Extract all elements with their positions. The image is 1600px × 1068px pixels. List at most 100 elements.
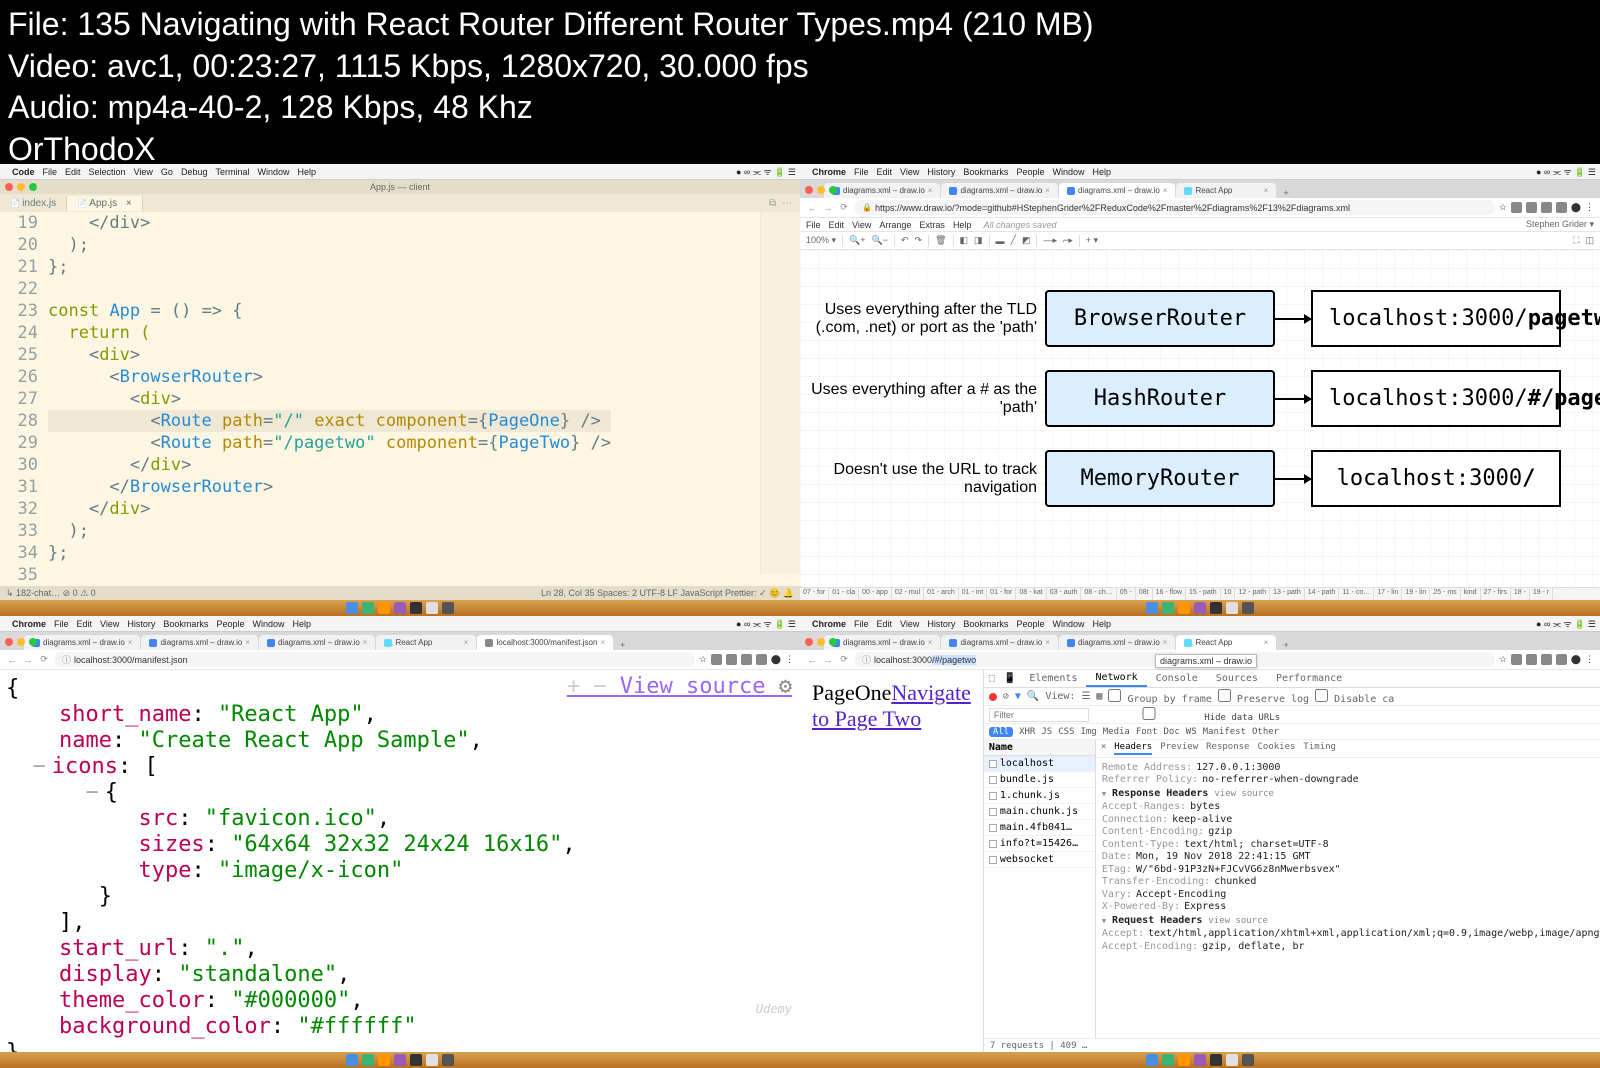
- zoom-out-icon[interactable]: 🔍−: [872, 235, 888, 246]
- minimize-icon[interactable]: [817, 186, 825, 194]
- redo-icon[interactable]: ↷: [915, 235, 923, 246]
- dock-app-icon[interactable]: [410, 602, 422, 614]
- code-editor[interactable]: 192021222324252627282930313233343536 </d…: [0, 212, 800, 584]
- tab-app-js[interactable]: App.js ×: [67, 196, 143, 211]
- search-icon[interactable]: 🔍: [1027, 691, 1039, 702]
- browser-tab-active[interactable]: React App×: [1176, 635, 1276, 650]
- filter-ws[interactable]: WS: [1186, 727, 1197, 737]
- group-by-frame-checkbox[interactable]: Group by frame: [1108, 689, 1211, 705]
- filter-manifest[interactable]: Manifest: [1203, 727, 1246, 737]
- dock-app-icon[interactable]: [1162, 602, 1174, 614]
- dock-app-icon[interactable]: [1210, 1054, 1222, 1066]
- undo-icon[interactable]: ↶: [901, 235, 909, 246]
- view-list-icon[interactable]: ☰: [1081, 691, 1090, 702]
- address-bar[interactable]: ⓘlocalhost:3000/manifest.json: [54, 652, 695, 667]
- dock-app-icon[interactable]: [1226, 602, 1238, 614]
- browser-tab[interactable]: diagrams.xml – draw.io×: [1059, 635, 1175, 650]
- browser-tab[interactable]: diagrams.xml – draw.io×: [141, 635, 257, 650]
- request-name-header[interactable]: Name: [984, 740, 1095, 756]
- extension-icon[interactable]: [1511, 654, 1522, 665]
- close-icon[interactable]: [805, 638, 813, 646]
- router-box-hash[interactable]: HashRouter: [1045, 370, 1275, 427]
- close-icon[interactable]: [5, 638, 13, 646]
- extension-icon[interactable]: [711, 654, 722, 665]
- view-source-link[interactable]: + − View source ⚙: [567, 674, 792, 700]
- menu-people[interactable]: People: [216, 619, 244, 629]
- gear-icon[interactable]: ⚙: [779, 674, 792, 699]
- format-panel-icon[interactable]: ◫: [1585, 235, 1594, 246]
- device-icon[interactable]: 📱: [1000, 673, 1020, 684]
- preserve-log-checkbox[interactable]: Preserve log: [1218, 689, 1309, 705]
- menu-view[interactable]: View: [900, 619, 919, 629]
- record-button[interactable]: [989, 693, 997, 701]
- drawio-menu-arrange[interactable]: Arrange: [879, 220, 911, 230]
- dock-app-icon[interactable]: [442, 1054, 454, 1066]
- extension-icon[interactable]: [1541, 202, 1552, 213]
- request-headers-section[interactable]: Request Headersview source: [1102, 915, 1600, 926]
- profile-icon[interactable]: ⬤: [771, 654, 781, 665]
- filter-media[interactable]: Media: [1103, 727, 1130, 737]
- detail-tab-timing[interactable]: Timing: [1303, 742, 1336, 755]
- inspect-icon[interactable]: ⬚: [984, 673, 1000, 684]
- menu-edit[interactable]: Edit: [77, 619, 93, 629]
- dock-app-icon[interactable]: [1146, 1054, 1158, 1066]
- network-request[interactable]: bundle.js: [984, 772, 1095, 788]
- network-request[interactable]: main.4fb041…: [984, 820, 1095, 836]
- code-body[interactable]: </div> ); }; const App = () => { return …: [48, 212, 611, 584]
- reload-button[interactable]: ⟳: [838, 654, 850, 665]
- dock-app-icon[interactable]: [410, 1054, 422, 1066]
- drawio-canvas[interactable]: Uses everything after the TLD (.com, .ne…: [800, 250, 1600, 587]
- menu-window[interactable]: Window: [252, 619, 284, 629]
- extension-icon[interactable]: [726, 654, 737, 665]
- network-request[interactable]: localhost: [984, 756, 1095, 772]
- reload-button[interactable]: ⟳: [838, 202, 850, 213]
- menu-history[interactable]: History: [127, 619, 155, 629]
- tofront-icon[interactable]: ◧: [960, 235, 969, 246]
- detail-tab-response[interactable]: Response: [1206, 742, 1249, 755]
- back-button[interactable]: ←: [6, 655, 18, 665]
- minimize-icon[interactable]: [17, 183, 25, 191]
- dock-app-icon[interactable]: [362, 602, 374, 614]
- forward-button[interactable]: →: [822, 203, 834, 213]
- dock-app-icon[interactable]: [1242, 1054, 1254, 1066]
- menu-bookmarks[interactable]: Bookmarks: [963, 619, 1008, 629]
- mac-dock[interactable]: [0, 600, 800, 616]
- dock-app-icon[interactable]: [1162, 1054, 1174, 1066]
- filter-img[interactable]: Img: [1080, 727, 1096, 737]
- devtools-tab-performance[interactable]: Performance: [1267, 671, 1351, 686]
- json-viewer[interactable]: + − View source ⚙ { short_name: "React A…: [0, 670, 800, 1052]
- extension-icon[interactable]: [756, 654, 767, 665]
- menu-icon[interactable]: ⋮: [785, 654, 794, 665]
- new-tab-button[interactable]: +: [614, 640, 631, 650]
- example-url-box[interactable]: localhost:3000/: [1311, 450, 1561, 507]
- shadow-icon[interactable]: ◩: [1022, 235, 1031, 246]
- dock-app-icon[interactable]: [346, 1054, 358, 1066]
- extension-icon[interactable]: [741, 654, 752, 665]
- star-icon[interactable]: ☆: [1499, 654, 1507, 665]
- minimap[interactable]: [760, 212, 800, 574]
- filter-doc[interactable]: Doc: [1164, 727, 1180, 737]
- extension-icon[interactable]: [1541, 654, 1552, 665]
- menu-people[interactable]: People: [1016, 619, 1044, 629]
- drawio-menu-help[interactable]: Help: [953, 220, 972, 230]
- dock-app-icon[interactable]: [426, 602, 438, 614]
- menu-file[interactable]: File: [854, 619, 869, 629]
- network-request[interactable]: websocket: [984, 852, 1095, 868]
- dock-app-icon[interactable]: [1146, 602, 1158, 614]
- minimize-icon[interactable]: [17, 638, 25, 646]
- extension-icon[interactable]: [1556, 654, 1567, 665]
- filter-toggle-icon[interactable]: ▼: [1015, 691, 1021, 702]
- extension-icon[interactable]: [1511, 202, 1522, 213]
- tab-index-js[interactable]: index.js: [0, 196, 67, 211]
- back-button[interactable]: ←: [806, 203, 818, 213]
- dock-app-icon[interactable]: [394, 1054, 406, 1066]
- line-icon[interactable]: ╱: [1011, 235, 1016, 246]
- dock-app-icon[interactable]: [1178, 602, 1190, 614]
- delete-icon[interactable]: 🗑: [935, 235, 946, 246]
- view-frame-icon[interactable]: ▦: [1096, 691, 1102, 702]
- status-right[interactable]: Ln 28, Col 35 Spaces: 2 UTF-8 LF JavaScr…: [541, 588, 794, 599]
- dock-app-icon[interactable]: [362, 1054, 374, 1066]
- devtools-tab-console[interactable]: Console: [1147, 671, 1207, 686]
- devtools-tab-sources[interactable]: Sources: [1207, 671, 1267, 686]
- mac-dock[interactable]: [800, 600, 1600, 616]
